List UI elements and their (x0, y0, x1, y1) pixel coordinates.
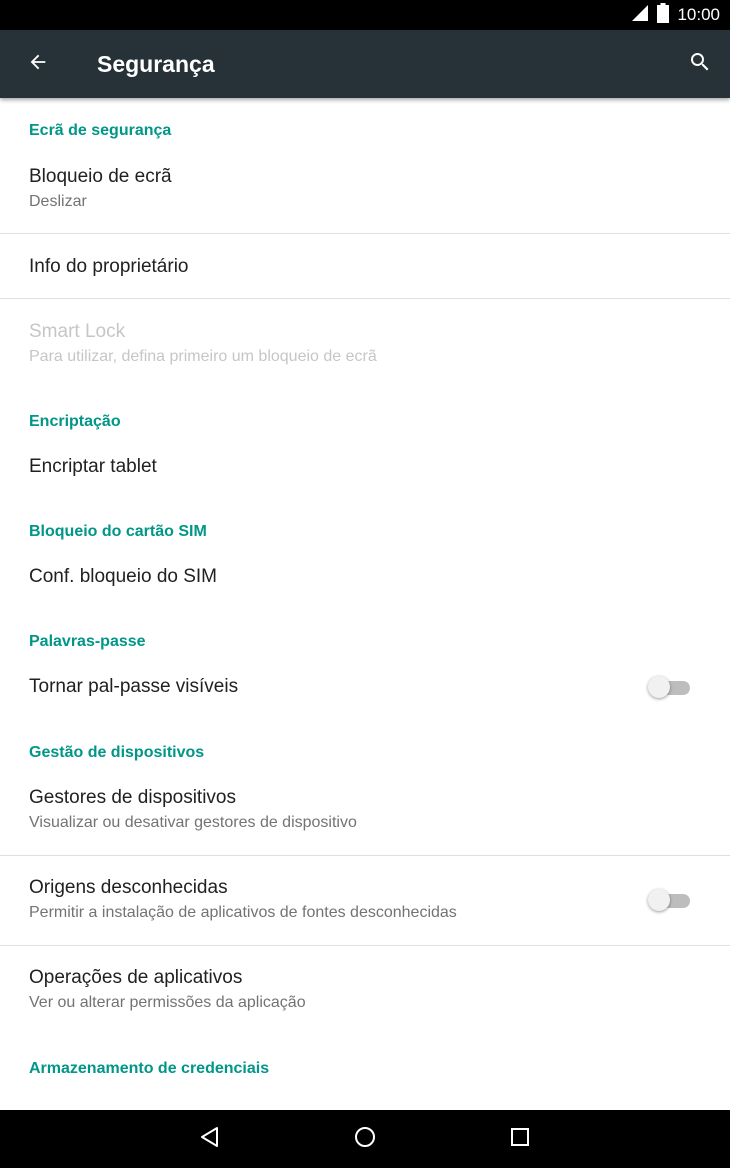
list-item-sim-lock-settings[interactable]: Conf. bloqueio do SIM (0, 548, 730, 608)
nav-recents-button[interactable] (500, 1119, 540, 1159)
section-header-encryption: Encriptação (29, 413, 121, 430)
list-item-unknown-sources[interactable]: Origens desconhecidas Permitir a instala… (0, 856, 730, 945)
nav-home-icon (353, 1125, 377, 1154)
item-title: Info do proprietário (29, 256, 189, 277)
signal-icon (631, 4, 649, 27)
section-header-device-admin: Gestão de dispositivos (29, 744, 205, 761)
toggle-thumb (648, 889, 670, 911)
item-summary: Ver ou alterar permissões da aplicação (29, 994, 306, 1011)
section-header-passwords: Palavras-passe (29, 633, 146, 650)
item-title: Conf. bloqueio do SIM (29, 566, 218, 587)
app-bar: Segurança (0, 30, 730, 98)
toggle-thumb (648, 676, 670, 698)
item-title: Operações de aplicativos (29, 967, 243, 988)
item-title: Tornar pal-passe visíveis (29, 676, 239, 697)
item-summary: Deslizar (29, 193, 87, 210)
section-header-sim-lock: Bloqueio do cartão SIM (29, 523, 207, 540)
status-indicators: 10:00 (631, 0, 720, 30)
item-summary: Visualizar ou desativar gestores de disp… (29, 814, 357, 831)
nav-back-button[interactable] (190, 1119, 230, 1159)
list-item-encrypt-tablet[interactable]: Encriptar tablet (0, 438, 730, 498)
item-title: Encriptar tablet (29, 456, 157, 477)
item-title: Smart Lock (29, 321, 126, 342)
list-item-app-ops[interactable]: Operações de aplicativos Ver ou alterar … (0, 946, 730, 1031)
back-button[interactable] (20, 46, 56, 82)
arrow-back-icon (27, 51, 49, 78)
show-passwords-toggle[interactable] (648, 675, 692, 699)
list-item-show-passwords[interactable]: Tornar pal-passe visíveis (0, 658, 730, 718)
item-title: Gestores de dispositivos (29, 787, 236, 808)
item-title: Origens desconhecidas (29, 877, 228, 898)
nav-back-icon (198, 1125, 222, 1154)
list-item-screen-lock[interactable]: Bloqueio de ecrã Deslizar (0, 148, 730, 233)
item-summary: Para utilizar, defina primeiro um bloque… (29, 348, 377, 365)
status-bar: 10:00 (0, 0, 730, 30)
navigation-bar (0, 1110, 730, 1168)
item-title: Bloqueio de ecrã (29, 166, 172, 187)
item-summary: Permitir a instalação de aplicativos de … (29, 904, 457, 921)
list-item-smart-lock[interactable]: Smart Lock Para utilizar, defina primeir… (0, 299, 730, 379)
section-header-screen-security: Ecrã de segurança (29, 122, 172, 139)
page-title: Segurança (97, 51, 215, 77)
nav-home-button[interactable] (345, 1119, 385, 1159)
unknown-sources-toggle[interactable] (648, 888, 692, 912)
settings-list[interactable]: Ecrã de segurança Bloqueio de ecrã Desli… (0, 98, 730, 1110)
search-button[interactable] (682, 46, 718, 82)
section-header-credential-storage: Armazenamento de credenciais (29, 1060, 270, 1077)
status-time: 10:00 (677, 5, 720, 24)
list-item-device-administrators[interactable]: Gestores de dispositivos Visualizar ou d… (0, 769, 730, 855)
search-icon (688, 50, 712, 79)
list-item-owner-info[interactable]: Info do proprietário (0, 234, 730, 298)
battery-icon (657, 2, 670, 28)
nav-recents-icon (509, 1126, 531, 1153)
